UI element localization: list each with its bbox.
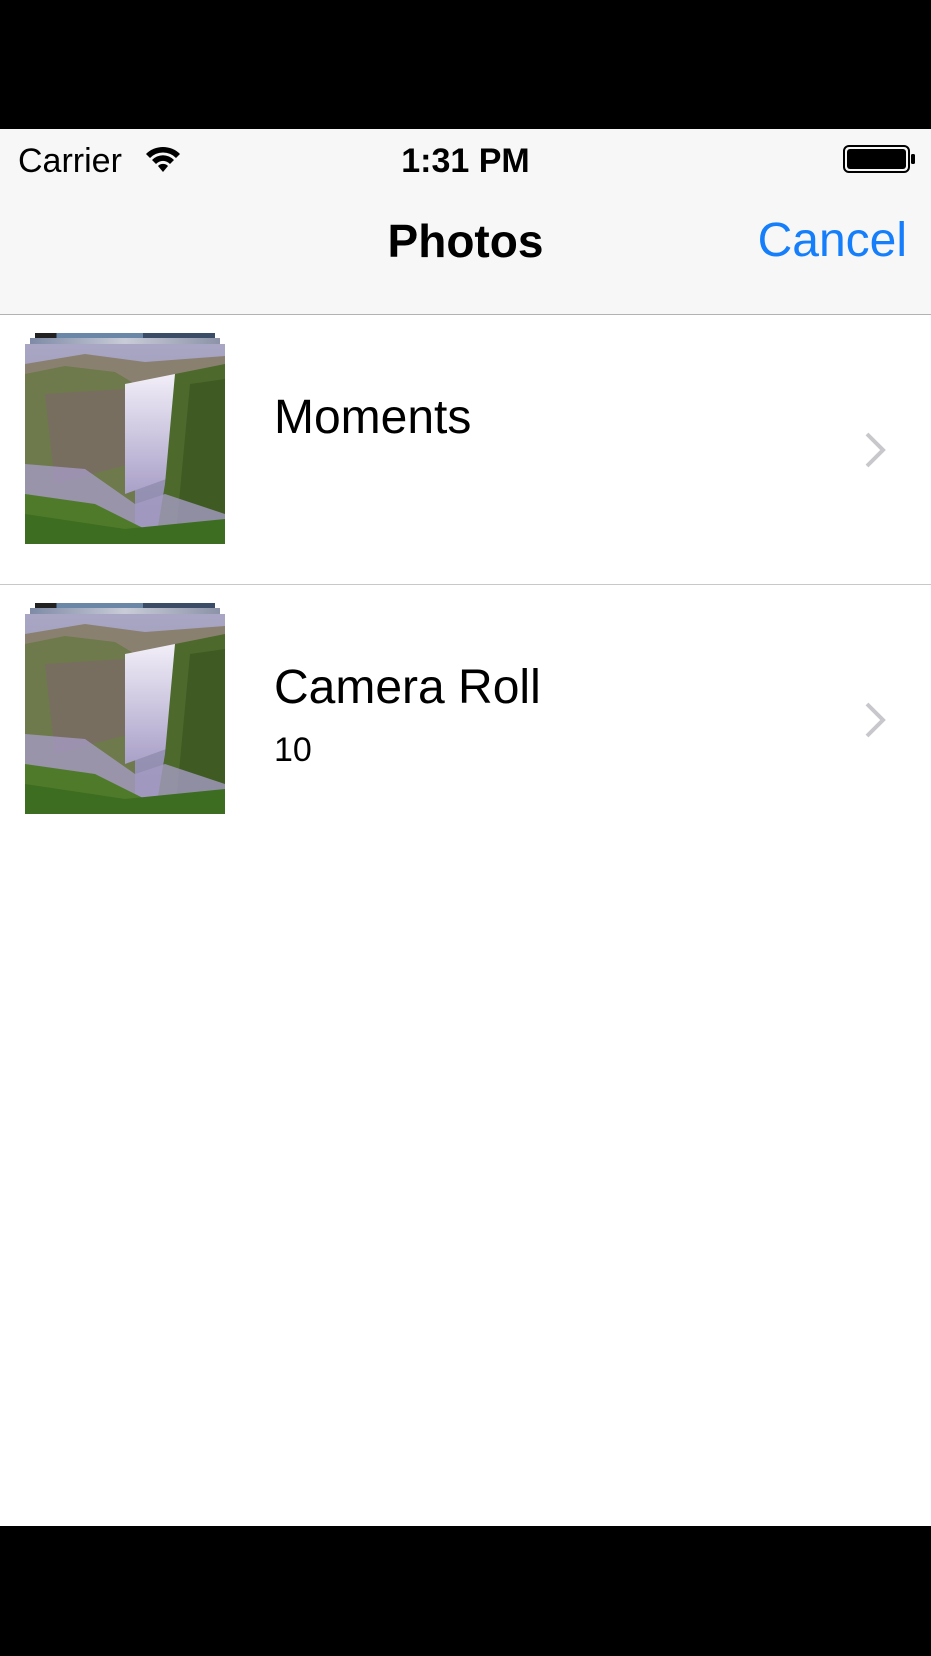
photo-picker-screen: Carrier 1:31 PM Photos Cancel Moments Ca… (0, 129, 931, 1526)
chevron-right-icon (865, 702, 886, 738)
battery-icon (843, 145, 915, 173)
album-title: Camera Roll (274, 661, 541, 714)
navigation-bar: Photos Cancel (0, 189, 931, 315)
waterfall-thumbnail-image (25, 614, 225, 814)
chevron-right-icon (865, 432, 886, 468)
album-photo-count: 10 (274, 731, 312, 769)
bottom-letterbox (0, 1526, 931, 1656)
album-list: Moments Camera Roll 10 (0, 315, 931, 855)
album-thumbnail-stack (25, 603, 225, 814)
cancel-button[interactable]: Cancel (758, 211, 907, 271)
album-row-camera-roll[interactable]: Camera Roll 10 (0, 585, 931, 855)
album-row-moments[interactable]: Moments (0, 315, 931, 585)
status-bar: Carrier 1:31 PM (0, 129, 931, 189)
status-time: 1:31 PM (401, 142, 530, 180)
album-title: Moments (274, 391, 472, 444)
waterfall-thumbnail-image (25, 344, 225, 544)
album-thumbnail-stack (25, 333, 225, 544)
